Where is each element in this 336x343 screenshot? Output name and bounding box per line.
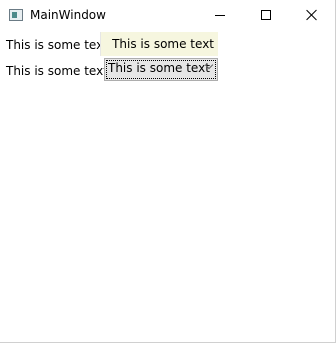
close-icon [306, 9, 318, 21]
row1-textbox[interactable]: This is some text [100, 32, 218, 56]
maximize-icon [261, 10, 271, 20]
row2-label: This is some text [6, 64, 108, 78]
title-bar[interactable]: MainWindow [0, 0, 335, 31]
app-icon-pane [12, 12, 17, 18]
main-window: MainWindow This is some text This is som… [0, 0, 336, 343]
close-button[interactable] [289, 0, 335, 31]
window-title: MainWindow [30, 8, 106, 22]
combobox-selected-value: This is some text [108, 61, 210, 75]
maximize-button[interactable] [243, 0, 289, 31]
row2-combobox[interactable]: This is some text [104, 58, 218, 81]
app-window-icon [9, 9, 23, 21]
minimize-icon [215, 15, 225, 16]
row1-label: This is some text [6, 38, 108, 52]
minimize-button[interactable] [197, 0, 243, 31]
